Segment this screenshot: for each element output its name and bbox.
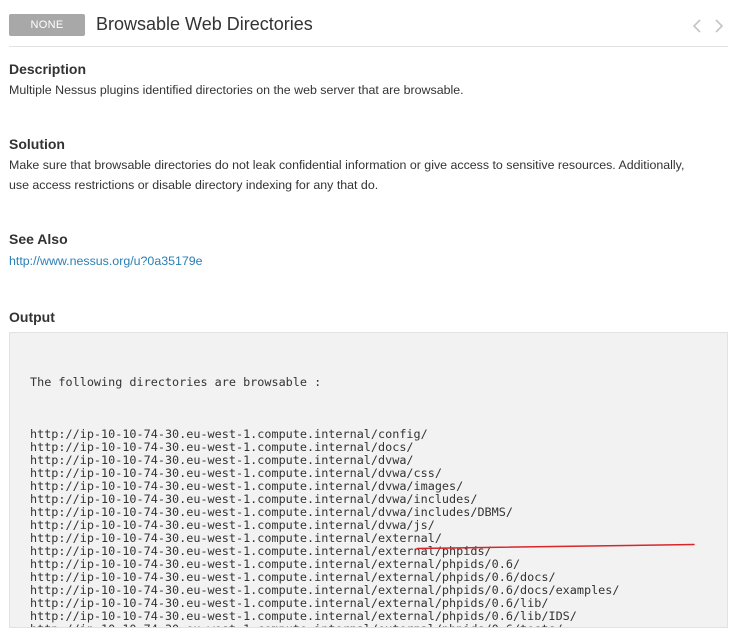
output-line: http://ip-10-10-74-30.eu-west-1.compute.…	[30, 623, 620, 628]
description-heading: Description	[9, 61, 87, 77]
output-box: The following directories are browsable …	[9, 332, 728, 628]
output-heading: Output	[9, 309, 55, 325]
header-divider	[9, 46, 728, 47]
solution-heading: Solution	[9, 136, 65, 152]
description-text: Multiple Nessus plugins identified direc…	[9, 83, 464, 97]
chevron-left-icon[interactable]	[692, 16, 702, 36]
solution-text-line-1: Make sure that browsable directories do …	[9, 158, 685, 172]
severity-badge: NONE	[9, 14, 85, 36]
solution-text-line-2: use access restrictions or disable direc…	[9, 178, 379, 192]
plugin-header: NONE Browsable Web Directories	[9, 12, 728, 38]
plugin-output: The following directories are browsable …	[30, 350, 620, 628]
output-intro: The following directories are browsable …	[30, 375, 322, 389]
plugin-title: Browsable Web Directories	[96, 14, 313, 34]
plugin-navigation	[692, 16, 724, 36]
see-also-link[interactable]: http://www.nessus.org/u?0a35179e	[9, 252, 203, 270]
chevron-right-icon[interactable]	[714, 16, 724, 36]
see-also-heading: See Also	[9, 231, 68, 247]
